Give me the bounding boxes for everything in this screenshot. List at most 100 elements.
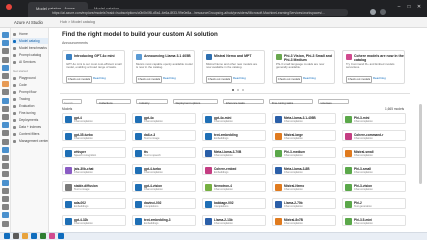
check-out-models-button[interactable]: Check out models	[346, 76, 372, 83]
taskbar-app-icon[interactable]	[31, 233, 37, 239]
sidebar-tool-item[interactable]: Data + indexes	[12, 124, 48, 130]
rail-nav-icon[interactable]	[2, 73, 9, 79]
model-card[interactable]: Phi-3-vision Chat completion	[342, 181, 406, 192]
model-card[interactable]: dall-e-3 Text to image	[132, 130, 196, 141]
model-card[interactable]: Mistral-Nemo Chat completion	[272, 181, 336, 192]
sidebar-tool-item[interactable]: Management center	[12, 138, 48, 144]
rail-nav-icon[interactable]	[2, 187, 9, 194]
rail-nav-icon[interactable]	[2, 138, 9, 145]
check-out-models-button[interactable]: Check out models	[136, 76, 162, 83]
carousel-dot[interactable]	[242, 89, 244, 91]
model-card[interactable]: Llama-2-13b Chat completion	[202, 215, 266, 226]
search-input[interactable]: Search	[62, 99, 82, 105]
model-card[interactable]: Meta-Llama-3.1-405B Chat completion	[272, 113, 336, 124]
scrollbar[interactable]	[419, 104, 422, 184]
minimize-button[interactable]: –	[396, 4, 402, 10]
rail-nav-icon[interactable]	[2, 89, 9, 96]
announcement-card[interactable]: Introducing GPT-4o mini GPT-4o mini is ou…	[62, 50, 125, 84]
sidebar-tool-item[interactable]: Content filters	[12, 131, 48, 137]
address-bar[interactable]: https://ai.azure.com/explore/models?wsid…	[48, 9, 348, 16]
model-card[interactable]: Mistral-large Chat completion	[272, 130, 336, 141]
rail-nav-icon[interactable]	[2, 114, 9, 120]
announcement-card[interactable]: Cohere models are now in the catalog Try …	[342, 50, 405, 84]
rail-nav-icon[interactable]	[2, 56, 9, 63]
taskbar-app-icon[interactable]	[22, 233, 28, 239]
sidebar-item[interactable]: Model benchmarks	[12, 45, 48, 51]
taskbar-app-icon[interactable]	[13, 233, 19, 239]
close-icon[interactable]: ✕	[416, 4, 422, 10]
model-card[interactable]: Cohere-command-r Chat completion	[342, 130, 406, 141]
rail-nav-icon[interactable]	[2, 163, 9, 170]
rail-nav-icon[interactable]	[2, 171, 9, 178]
sidebar-tool-item[interactable]: Code	[12, 82, 48, 88]
announcement-card[interactable]: Phi-3 Vision, Phi-3 Small and Phi-3 Medi…	[272, 50, 335, 84]
rail-nav-icon[interactable]	[2, 179, 9, 186]
rail-nav-icon[interactable]	[2, 146, 9, 153]
read-blog-link[interactable]: Read blog	[233, 76, 246, 81]
model-card[interactable]: tts Text to speech	[132, 147, 196, 158]
taskbar-app-icon[interactable]	[40, 233, 46, 239]
model-card[interactable]: jais-30b-chat Chat completion	[62, 164, 126, 175]
rail-nav-icon[interactable]	[2, 40, 9, 47]
model-card[interactable]: Phi-3-mini Chat completion	[342, 113, 406, 124]
model-card[interactable]: Meta-Llama-3-70B Chat completion	[202, 147, 266, 158]
rail-nav-icon[interactable]	[2, 81, 9, 88]
model-card[interactable]: gpt-4 Chat completion	[62, 113, 126, 124]
model-card[interactable]: Meta-Llama-3-8B Chat completion	[272, 164, 336, 175]
rail-nav-icon[interactable]	[2, 105, 9, 112]
model-card[interactable]: gpt-4-vision Chat completion	[132, 181, 196, 192]
app-title[interactable]: Azure AI Studio	[14, 20, 43, 25]
filter-dropdown[interactable]: Deployment options	[172, 99, 218, 105]
sidebar-tool-item[interactable]: Playground	[12, 75, 48, 81]
check-out-models-button[interactable]: Check out models	[66, 76, 92, 83]
model-card[interactable]: Llama-2-70b Chat completion	[272, 198, 336, 209]
model-card[interactable]: gpt-4-32k Chat completion	[62, 215, 126, 226]
sidebar-item[interactable]: Prompt catalog	[12, 52, 48, 58]
model-card[interactable]: text-embedding-3 Embeddings	[132, 215, 196, 226]
rail-nav-icon[interactable]	[2, 48, 9, 55]
model-card[interactable]: gpt-4-turbo Chat completion	[132, 164, 196, 175]
model-card[interactable]: Mistral-small Chat completion	[342, 147, 406, 158]
sidebar-tool-item[interactable]: Prompt flow	[12, 89, 48, 95]
rail-nav-icon[interactable]	[2, 32, 9, 38]
sidebar-tool-item[interactable]: Tracing	[12, 96, 48, 102]
announcement-card[interactable]: Announcing Llama 3.1 405B Meta's most cap…	[132, 50, 195, 84]
profile-avatar[interactable]	[370, 9, 376, 15]
model-card[interactable]: Phi-3-small Chat completion	[342, 164, 406, 175]
maximize-button[interactable]: □	[406, 4, 412, 10]
sidebar-tool-item[interactable]: Evaluation	[12, 103, 48, 109]
model-card[interactable]: babbage-002 Completions	[202, 198, 266, 209]
check-out-models-button[interactable]: Check out models	[206, 76, 232, 83]
taskbar-app-icon[interactable]	[4, 233, 10, 239]
sidebar-tool-item[interactable]: Deployments	[12, 117, 48, 123]
model-card[interactable]: Phi-2 Text generation	[342, 198, 406, 209]
announcement-card[interactable]: Mistral Nemo and MPT Mistral Nemo and oth…	[202, 50, 265, 84]
rail-nav-icon[interactable]	[2, 155, 9, 161]
extensions-icon[interactable]	[380, 9, 386, 15]
rail-nav-icon[interactable]	[2, 130, 9, 137]
read-blog-link[interactable]: Read blog	[303, 76, 316, 81]
breadcrumb[interactable]: Hub > Model catalog	[60, 20, 95, 24]
sidebar-item[interactable]: Model catalog	[12, 38, 48, 44]
model-card[interactable]: ada-002 Embeddings	[62, 198, 126, 209]
sidebar-tool-item[interactable]: Fine-tuning	[12, 110, 48, 116]
check-out-models-button[interactable]: Check out models	[276, 76, 302, 83]
sidebar-item[interactable]: Home	[12, 31, 48, 37]
sidebar-item[interactable]: AI Services	[12, 59, 48, 65]
model-card[interactable]: whisper Speech recognition	[62, 147, 126, 158]
model-card[interactable]: stable-diffusion Text to image	[62, 181, 126, 192]
rail-nav-icon[interactable]	[2, 122, 9, 129]
filter-dropdown[interactable]: Licenses	[317, 99, 349, 105]
rail-nav-icon[interactable]	[2, 64, 9, 71]
carousel-dot[interactable]	[232, 89, 234, 91]
rail-nav-icon[interactable]	[2, 196, 9, 202]
rail-nav-icon[interactable]	[2, 97, 9, 104]
model-card[interactable]: text-embedding Embeddings	[202, 130, 266, 141]
model-card[interactable]: gpt-4o Chat completion	[132, 113, 196, 124]
read-blog-link[interactable]: Read blog	[163, 76, 176, 81]
carousel-dots[interactable]	[232, 89, 246, 92]
rail-nav-icon[interactable]	[2, 220, 9, 227]
model-card[interactable]: Nemotron-4 Chat completion	[202, 181, 266, 192]
model-card[interactable]: davinci-002 Completions	[132, 198, 196, 209]
filter-dropdown[interactable]: Industry	[136, 99, 168, 105]
